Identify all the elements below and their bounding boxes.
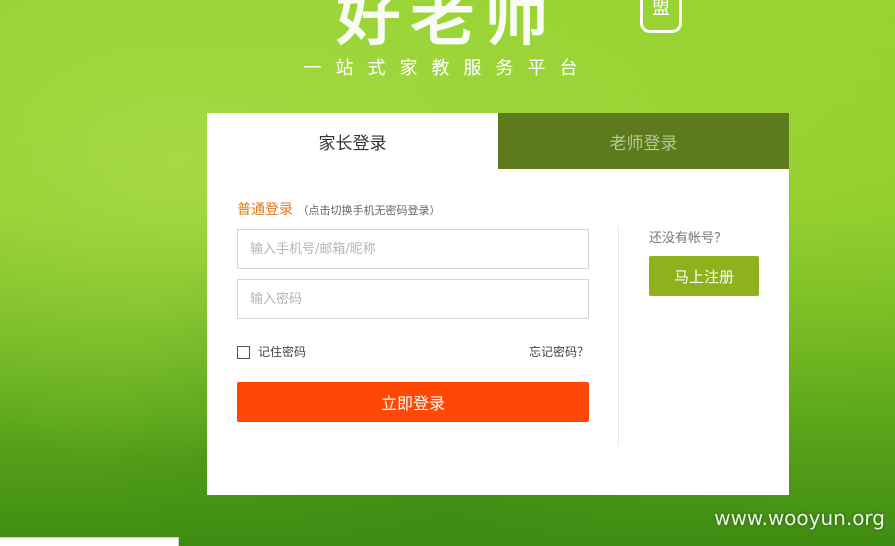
login-mode-title: 普通登录 （点击切换手机无密码登录） [237,199,589,219]
brand-seal: 盟 [640,0,682,33]
register-button[interactable]: 马上注册 [649,256,759,296]
remember-checkbox[interactable] [237,346,250,359]
forgot-password-link[interactable]: 忘记密码？ [529,343,589,360]
tab-teacher-login[interactable]: 老师登录 [498,113,789,169]
remember-label: 记住密码 [258,345,307,359]
login-form: 普通登录 （点击切换手机无密码登录） 记住密码 忘记密码？ 立即登录 [237,199,589,422]
no-account-prompt: 还没有帐号？ [649,231,728,246]
username-input[interactable] [237,229,589,269]
tab-parent-login[interactable]: 家长登录 [207,113,498,169]
register-panel: 还没有帐号？ 马上注册 [649,227,759,296]
login-mode-label[interactable]: 普通登录 [237,202,293,218]
column-divider [618,226,619,446]
login-tabs: 家长登录 老师登录 [207,113,789,169]
login-mode-hint[interactable]: （点击切换手机无密码登录） [297,204,440,217]
brand-tagline: 一站式家教服务平台 [303,58,592,79]
remember-password[interactable]: 记住密码 [237,343,306,360]
remember-row: 记住密码 忘记密码？ [237,343,589,360]
status-strip [0,537,179,546]
watermark: www.wooyun.org [714,506,885,530]
login-card: 家长登录 老师登录 普通登录 （点击切换手机无密码登录） 记住密码 忘记密码？ … [207,113,789,495]
password-input[interactable] [237,279,589,319]
login-button[interactable]: 立即登录 [237,382,589,422]
brand-logo: 好老师 [336,0,559,55]
